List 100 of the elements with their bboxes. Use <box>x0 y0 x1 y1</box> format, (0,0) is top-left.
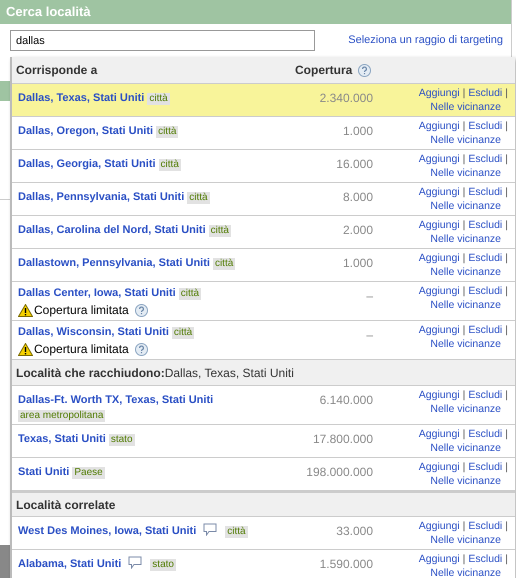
action-link[interactable]: Aggiungi <box>418 185 460 199</box>
warning-text: Copertura limitata <box>34 302 129 319</box>
separator: | <box>462 460 466 474</box>
coverage-value: 17.800.000 <box>312 432 373 446</box>
help-icon[interactable] <box>358 64 372 76</box>
action-link[interactable]: Nelle vicinanze <box>430 232 501 246</box>
type-tag: Paese <box>72 467 105 479</box>
coverage-value: 6.140.000 <box>320 393 373 407</box>
coverage-value: 8.000 <box>342 190 373 204</box>
result-row[interactable]: Texas, Stati Uniti stato 17.800.000 Aggiungi | Escludi | Nelle vicinanze <box>12 425 515 458</box>
action-link[interactable]: Escludi <box>468 460 502 474</box>
separator: | <box>462 251 466 265</box>
action-link[interactable]: Escludi <box>468 251 502 265</box>
action-link[interactable]: Nelle vicinanze <box>430 133 501 147</box>
action-link[interactable]: Nelle vicinanze <box>430 265 501 279</box>
result-row[interactable]: Dallastown, Pennsylvania, Stati Uniti città 1.000 Aggiungi | Escludi | Nelle vicinanze <box>12 249 515 282</box>
warning-text: Copertura limitata <box>34 341 129 358</box>
location-link[interactable]: Dallas Center, Iowa, Stati Uniti <box>18 287 176 299</box>
action-link[interactable]: Aggiungi <box>418 323 460 337</box>
coverage-value: – <box>366 328 373 342</box>
separator: | <box>462 323 466 337</box>
separator: | <box>462 185 466 199</box>
action-link[interactable]: Escludi <box>468 218 502 232</box>
action-link[interactable]: Nelle vicinanze <box>430 199 501 213</box>
action-link[interactable]: Escludi <box>468 388 502 402</box>
location-link[interactable]: Dallas, Georgia, Stati Uniti <box>18 158 156 170</box>
location-link[interactable]: Texas, Stati Uniti <box>18 433 106 445</box>
action-link[interactable]: Aggiungi <box>418 388 460 402</box>
separator: | <box>505 86 508 100</box>
action-link[interactable]: Escludi <box>468 86 502 100</box>
action-link[interactable]: Aggiungi <box>418 284 460 298</box>
type-tag: città <box>212 258 236 270</box>
action-link[interactable]: Escludi <box>468 519 502 533</box>
action-link[interactable]: Aggiungi <box>418 460 460 474</box>
location-link[interactable]: Stati Uniti <box>18 466 70 478</box>
help-icon[interactable] <box>134 342 148 356</box>
location-link[interactable]: Alabama, Stati Uniti <box>18 558 122 570</box>
result-row[interactable]: Dallas Center, Iowa, Stati Uniti città Copertura limitata – Aggiungi | Escludi | Nelle vicinanze <box>12 282 515 321</box>
coverage-value: 2.000 <box>342 223 373 237</box>
location-link[interactable]: Dallastown, Pennsylvania, Stati Uniti <box>18 257 210 269</box>
help-icon[interactable] <box>134 304 148 316</box>
result-row[interactable]: Dallas-Ft. Worth TX, Texas, Stati Uniti area metropolitana 6.140.000 Aggiungi | Escludi | Nelle vicinanze <box>12 386 515 425</box>
result-row[interactable]: Dallas, Carolina del Nord, Stati Uniti città 2.000 Aggiungi | Escludi | Nelle vicinanze <box>12 216 515 249</box>
separator: | <box>462 388 466 402</box>
action-link[interactable]: Aggiungi <box>418 427 460 441</box>
action-link[interactable]: Nelle vicinanze <box>430 166 501 180</box>
result-row[interactable]: Dallas, Wisconsin, Stati Uniti città Copertura limitata – Aggiungi | Escludi | Nelle vicinanze <box>12 321 515 360</box>
separator: | <box>462 86 466 100</box>
coverage-value: – <box>366 289 373 303</box>
location-link[interactable]: Dallas, Pennsylvania, Stati Uniti <box>18 191 184 203</box>
location-link[interactable]: Dallas-Ft. Worth TX, Texas, Stati Uniti <box>18 394 214 406</box>
comment-icon[interactable] <box>203 523 218 536</box>
search-field[interactable]: dallas <box>10 30 315 51</box>
result-row[interactable]: Dallas, Oregon, Stati Uniti città 1.000 Aggiungi | Escludi | Nelle vicinanze <box>12 117 515 150</box>
coverage-value: 198.000.000 <box>306 465 373 479</box>
action-link[interactable]: Escludi <box>468 185 502 199</box>
radius-link[interactable]: Seleziona un raggio di targeting <box>348 32 503 49</box>
action-link[interactable]: Nelle vicinanze <box>430 298 501 312</box>
action-link[interactable]: Aggiungi <box>418 152 460 166</box>
location-link[interactable]: West Des Moines, Iowa, Stati Uniti <box>18 525 196 537</box>
result-row[interactable]: Dallas, Georgia, Stati Uniti città 16.000 Aggiungi | Escludi | Nelle vicinanze <box>12 150 515 183</box>
action-link[interactable]: Aggiungi <box>418 519 460 533</box>
action-link[interactable]: Escludi <box>468 284 502 298</box>
location-link[interactable]: Dallas, Wisconsin, Stati Uniti <box>18 326 169 338</box>
action-link[interactable]: Escludi <box>468 119 502 133</box>
location-link[interactable]: Dallas, Carolina del Nord, Stati Uniti <box>18 224 206 236</box>
action-link[interactable]: Escludi <box>468 323 502 337</box>
result-row[interactable]: Alabama, Stati Uniti stato 1.590.000 Aggiungi | Escludi | Nelle vicinanze <box>12 550 515 578</box>
result-row[interactable]: Stati Uniti Paese 198.000.000 Aggiungi | Escludi | Nelle vicinanze <box>12 458 515 491</box>
action-link[interactable]: Nelle vicinanze <box>430 474 501 488</box>
action-link[interactable]: Nelle vicinanze <box>430 337 501 351</box>
separator: | <box>505 185 508 199</box>
separator: | <box>462 152 466 166</box>
comment-icon[interactable] <box>128 556 142 570</box>
action-link[interactable]: Escludi <box>468 152 502 166</box>
result-row[interactable]: West Des Moines, Iowa, Stati Uniti città 33.000 Aggiungi | Escludi | Nelle vicinanze <box>12 517 515 550</box>
separator: | <box>505 460 508 474</box>
action-link[interactable]: Aggiungi <box>418 119 460 133</box>
action-link[interactable]: Nelle vicinanze <box>430 100 501 114</box>
action-link[interactable]: Nelle vicinanze <box>430 566 501 578</box>
separator: | <box>462 427 466 441</box>
action-link[interactable]: Aggiungi <box>418 251 460 265</box>
type-tag: stato <box>108 434 135 446</box>
action-link[interactable]: Aggiungi <box>418 218 460 232</box>
type-tag: città <box>172 327 194 339</box>
action-link[interactable]: Escludi <box>468 552 502 566</box>
action-link[interactable]: Aggiungi <box>418 86 460 100</box>
location-link[interactable]: Dallas, Texas, Stati Uniti <box>18 92 144 104</box>
separator: | <box>462 218 466 232</box>
result-row[interactable]: Dallas, Texas, Stati Uniti città 2.340.000 Aggiungi | Escludi | Nelle vicinanze <box>12 84 515 117</box>
location-link[interactable]: Dallas, Oregon, Stati Uniti <box>18 125 154 137</box>
warning-icon <box>18 342 33 356</box>
coverage-value: 1.590.000 <box>320 557 373 571</box>
action-link[interactable]: Aggiungi <box>418 552 460 566</box>
result-row[interactable]: Dallas, Pennsylvania, Stati Uniti città 8.000 Aggiungi | Escludi | Nelle vicinanze <box>12 183 515 216</box>
action-link[interactable]: Escludi <box>468 427 502 441</box>
action-link[interactable]: Nelle vicinanze <box>430 441 501 455</box>
action-link[interactable]: Nelle vicinanze <box>430 533 501 547</box>
action-link[interactable]: Nelle vicinanze <box>430 402 501 416</box>
separator: | <box>505 119 508 133</box>
